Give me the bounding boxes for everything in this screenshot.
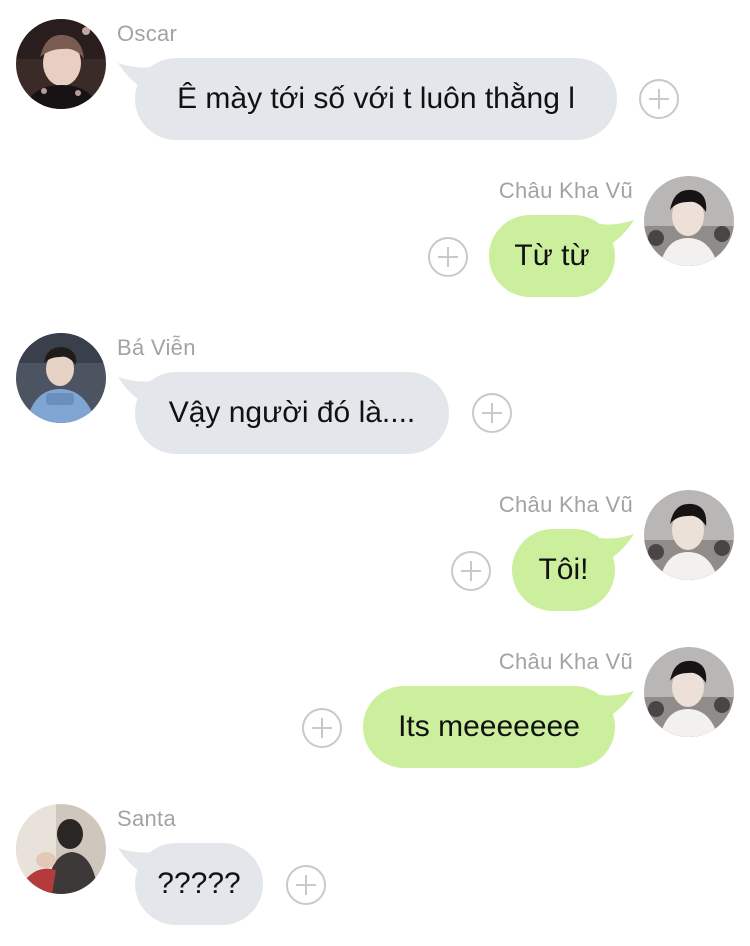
avatar-santa-icon[interactable] bbox=[16, 804, 106, 894]
message-bubble[interactable]: ????? bbox=[135, 843, 263, 925]
message-bubble[interactable]: Ê mày tới số với t luôn thằng l bbox=[135, 58, 617, 140]
sender-name: Châu Kha Vũ bbox=[498, 178, 633, 203]
sender-name: Oscar bbox=[117, 21, 178, 46]
message-bubble[interactable]: Từ từ bbox=[489, 215, 615, 297]
add-reaction-icon[interactable] bbox=[302, 708, 342, 748]
message-bubble[interactable]: Its meeeeeee bbox=[363, 686, 615, 768]
avatar-chau-kha-vu-icon[interactable] bbox=[644, 490, 734, 580]
avatar-chau-kha-vu-icon[interactable] bbox=[644, 647, 734, 737]
add-reaction-icon[interactable] bbox=[451, 551, 491, 591]
avatar-oscar-icon[interactable] bbox=[16, 19, 106, 109]
sender-name: Châu Kha Vũ bbox=[498, 492, 633, 517]
message-bubble[interactable]: Vậy người đó là.... bbox=[135, 372, 449, 454]
add-reaction-icon[interactable] bbox=[286, 865, 326, 905]
add-reaction-icon[interactable] bbox=[639, 79, 679, 119]
avatar-ba-vien-icon[interactable] bbox=[16, 333, 106, 423]
sender-name: Châu Kha Vũ bbox=[498, 649, 633, 674]
add-reaction-icon[interactable] bbox=[472, 393, 512, 433]
add-reaction-icon[interactable] bbox=[428, 237, 468, 277]
sender-name: Santa bbox=[117, 806, 176, 831]
avatar-chau-kha-vu-icon[interactable] bbox=[644, 176, 734, 266]
message-bubble[interactable]: Tôi! bbox=[512, 529, 615, 611]
sender-name: Bá Viễn bbox=[117, 335, 196, 360]
